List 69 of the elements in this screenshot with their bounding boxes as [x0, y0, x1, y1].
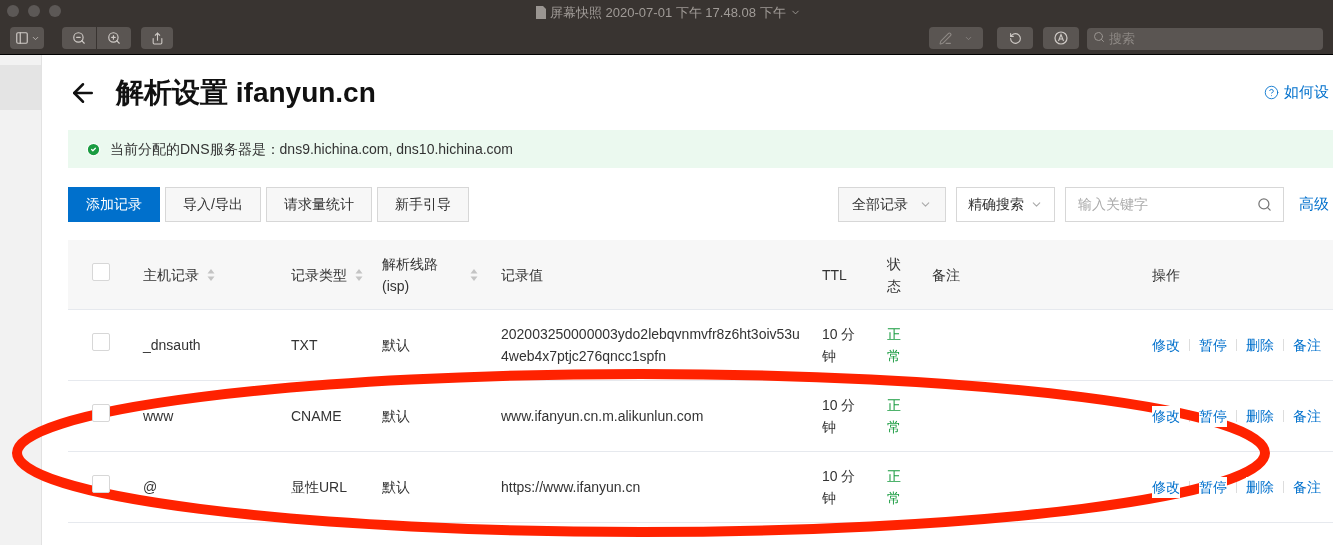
- share-button[interactable]: [141, 27, 173, 49]
- help-icon[interactable]: [1264, 85, 1279, 100]
- record-filter-dropdown[interactable]: 全部记录: [838, 186, 946, 222]
- table-cell: www: [143, 407, 174, 424]
- action-button[interactable]: 请求量统计: [265, 186, 372, 222]
- rotate-icon: [1008, 31, 1022, 45]
- table-cell-text: 202003250000003ydo2lebqvnmvfr8z6ht3oiv53u4web4x7ptjc276qncc1spfn: [501, 325, 801, 366]
- table-cell: 默认: [382, 407, 410, 424]
- sort-icon[interactable]: [355, 267, 363, 282]
- rotate-button[interactable]: [997, 27, 1033, 49]
- column-header: 主机记录: [143, 265, 199, 285]
- zoom-button[interactable]: [49, 5, 61, 17]
- search-icon: [1257, 196, 1272, 212]
- checkbox[interactable]: [92, 262, 110, 281]
- table-cell-text: 10 分钟: [822, 467, 857, 508]
- table-cell-text: 10 分钟: [822, 325, 857, 366]
- sidebar-icon: [14, 31, 29, 45]
- column-header: 状态: [887, 254, 902, 296]
- zoom-out-button[interactable]: [62, 27, 96, 49]
- sort-icon[interactable]: [470, 267, 478, 282]
- sidebar-item[interactable]: [0, 65, 41, 110]
- checkbox[interactable]: [92, 475, 110, 493]
- checkbox[interactable]: [92, 404, 110, 422]
- check-circle-icon: [86, 141, 101, 157]
- search-mode-dropdown[interactable]: 精确搜索: [956, 186, 1055, 222]
- table-cell: 默认: [382, 336, 410, 353]
- table-cell: CNAME: [291, 407, 342, 424]
- table-cell-text: 10 分钟: [822, 396, 857, 437]
- checkbox[interactable]: [92, 333, 110, 351]
- action-button[interactable]: 新手引导: [376, 186, 469, 222]
- zoom-out-icon: [72, 31, 86, 45]
- window-title: 屏幕快照 2020-07-01 下午 17.48.08 下午: [550, 4, 786, 22]
- column-header: 记录类型: [291, 265, 347, 285]
- alert-text: 当前分配的DNS服务器是：dns9.hichina.com, dns10.hichina.com: [110, 139, 514, 159]
- table-cell: 显性URL: [291, 478, 347, 495]
- page-title: 解析设置 ifanyun.cn: [116, 75, 376, 110]
- column-header: TTL: [822, 265, 847, 285]
- circled-letter-icon: [1054, 31, 1068, 45]
- table-cell: @: [143, 478, 158, 495]
- column-header: 记录值: [501, 265, 543, 285]
- table-cell: _dnsauth: [143, 336, 201, 353]
- close-button[interactable]: [7, 5, 19, 17]
- share-icon: [150, 31, 164, 45]
- status-text: 正常: [887, 396, 902, 437]
- annotate-button[interactable]: [1043, 27, 1079, 49]
- table-cell: TXT: [291, 336, 318, 353]
- action-button[interactable]: 导入/导出: [165, 186, 261, 222]
- advanced-search-link[interactable]: 高级: [1299, 192, 1329, 216]
- minimize-button[interactable]: [28, 5, 40, 17]
- status-text: 正常: [887, 325, 902, 366]
- zoom-in-icon: [107, 31, 121, 45]
- column-header: 备注: [932, 265, 960, 285]
- table-cell-text: www.ifanyun.cn.m.alikunlun.com: [501, 407, 705, 426]
- search-icon: [1093, 31, 1105, 43]
- pen-icon: [939, 31, 952, 45]
- help-link[interactable]: 如何设: [1284, 81, 1329, 104]
- markup-button[interactable]: [929, 27, 983, 49]
- document-icon: [536, 6, 546, 20]
- table-cell-text: https://www.ifanyun.cn: [501, 478, 642, 497]
- row-action-link[interactable]: 修改: [1152, 405, 1180, 427]
- keyword-search-field[interactable]: 输入关键字: [1065, 186, 1284, 222]
- status-text: 正常: [887, 467, 902, 508]
- zoom-in-button[interactable]: [97, 27, 131, 49]
- table-cell: 默认: [382, 478, 410, 495]
- action-button[interactable]: 添加记录: [68, 186, 160, 222]
- sort-icon[interactable]: [207, 267, 215, 282]
- sidebar-toggle-button[interactable]: [10, 27, 44, 49]
- column-header: 解析线路(isp): [382, 254, 439, 296]
- column-header: 操作: [1152, 265, 1180, 285]
